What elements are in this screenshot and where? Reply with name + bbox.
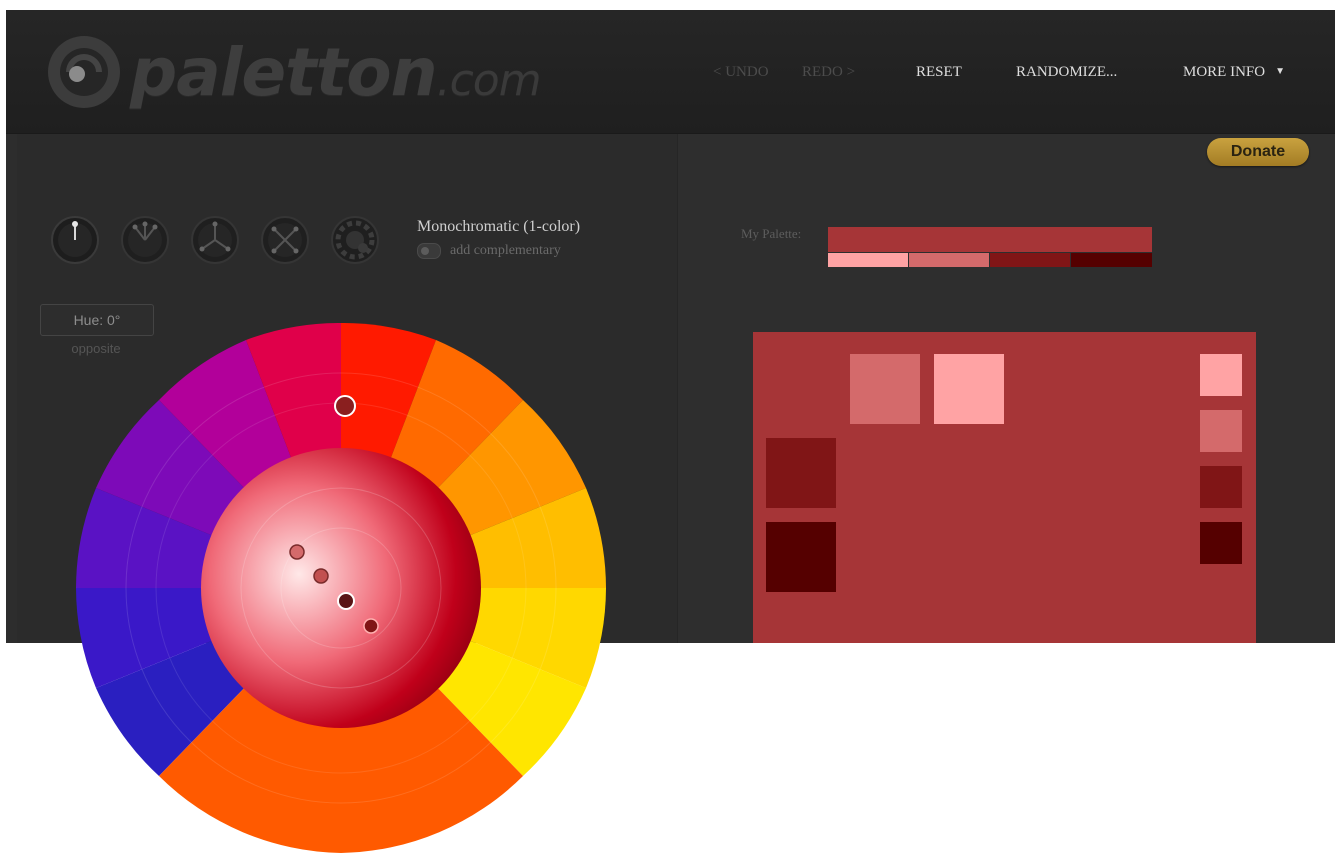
undo-button[interactable]: < UNDO: [713, 64, 769, 81]
logo[interactable]: paletton.com: [44, 32, 542, 112]
color-wheel[interactable]: [76, 323, 606, 853]
saturation-disc[interactable]: [201, 448, 481, 728]
palette-shade[interactable]: [828, 253, 908, 267]
donate-button[interactable]: Donate: [1207, 138, 1309, 166]
header: paletton.com < UNDO REDO > RESET RANDOMI…: [6, 10, 1335, 134]
main-color-handle[interactable]: [337, 592, 355, 610]
add-complementary-label[interactable]: add complementary: [450, 243, 561, 259]
preview-swatch-small[interactable]: [1200, 410, 1242, 452]
free-style-icon[interactable]: [330, 215, 380, 265]
preview-swatch[interactable]: [766, 522, 836, 592]
preview-swatch[interactable]: [934, 354, 1004, 424]
palette-shade[interactable]: [1071, 253, 1152, 267]
preview-swatch[interactable]: [850, 354, 920, 424]
preview-swatch-small[interactable]: [1200, 354, 1242, 396]
tint-handle[interactable]: [289, 544, 305, 560]
preview-swatch-small[interactable]: [1200, 522, 1242, 564]
preview-swatch-small[interactable]: [1200, 466, 1242, 508]
hue-handle[interactable]: [334, 395, 356, 417]
tetrad-icon[interactable]: [260, 215, 310, 265]
palette-preview[interactable]: [753, 332, 1256, 643]
adjacent-icon[interactable]: [120, 215, 170, 265]
more-info-menu[interactable]: MORE INFO ▼: [1183, 64, 1285, 81]
my-palette-label: My Palette:: [741, 226, 802, 241]
preview-swatch[interactable]: [766, 438, 836, 508]
logo-text: paletton.com: [130, 33, 542, 111]
add-complementary-toggle[interactable]: [417, 243, 441, 259]
randomize-button[interactable]: RANDOMIZE...: [1016, 64, 1117, 81]
mono-icon[interactable]: [50, 215, 100, 265]
shade-handle[interactable]: [363, 618, 379, 634]
palette-shade[interactable]: [990, 253, 1070, 267]
more-info-label: MORE INFO: [1183, 64, 1266, 80]
chevron-down-icon: ▼: [1275, 66, 1285, 77]
tint-handle-2[interactable]: [313, 568, 329, 584]
palette-main-color[interactable]: [828, 227, 1152, 252]
scheme-title: Monochromatic (1-color): [417, 218, 581, 235]
redo-button[interactable]: REDO >: [802, 64, 855, 81]
reset-button[interactable]: RESET: [916, 64, 962, 81]
palette-shade[interactable]: [909, 253, 989, 267]
palette-logo-icon: [48, 36, 120, 108]
palette-strip[interactable]: [828, 227, 1152, 267]
triad-icon[interactable]: [190, 215, 240, 265]
